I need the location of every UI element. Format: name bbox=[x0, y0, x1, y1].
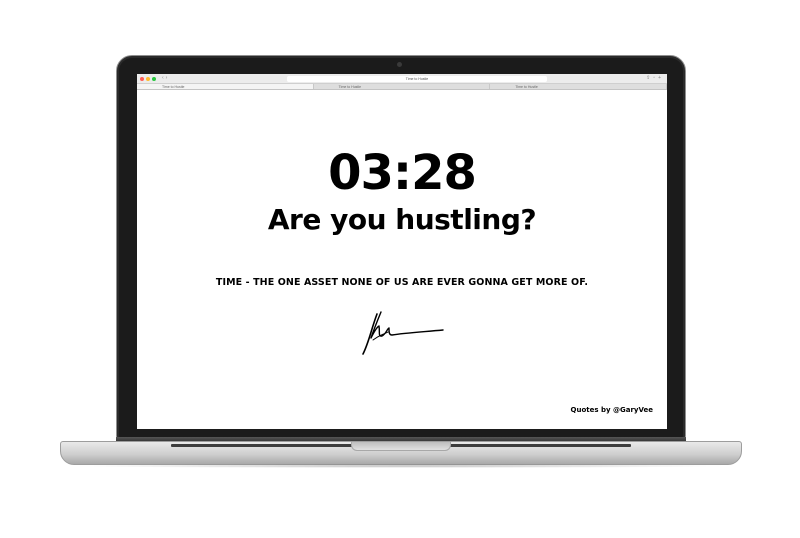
laptop-screen: ‹ › Time to Hustle ⇪ ▫ + Time to Hustle … bbox=[137, 74, 667, 429]
laptop-base bbox=[60, 441, 742, 465]
tab-label: Time to Hustle bbox=[338, 85, 362, 89]
tabs-overview-icon[interactable]: ▫ bbox=[653, 75, 655, 82]
new-tab-icon[interactable]: + bbox=[658, 75, 661, 82]
quote-credit: Quotes by @GaryVee bbox=[570, 406, 653, 414]
quote-text: TIME - THE ONE ASSET NONE OF US ARE EVER… bbox=[215, 277, 589, 288]
share-icon[interactable]: ⇪ bbox=[646, 75, 650, 82]
zoom-window-button[interactable] bbox=[152, 76, 156, 81]
address-bar[interactable]: Time to Hustle bbox=[287, 76, 547, 82]
tab-2[interactable]: Time to Hustle bbox=[314, 84, 491, 89]
tab-1[interactable]: Time to Hustle bbox=[137, 84, 314, 89]
close-window-button[interactable] bbox=[140, 76, 144, 81]
laptop-shadow bbox=[70, 464, 730, 468]
countdown-timer: 03:28 bbox=[328, 145, 477, 201]
tab-label: Time to Hustle bbox=[162, 85, 185, 89]
page-heading: Are you hustling? bbox=[267, 203, 537, 236]
toolbar-icons: ⇪ ▫ + bbox=[646, 75, 661, 82]
tab-label: Time to Hustle bbox=[515, 85, 538, 89]
signature-icon bbox=[362, 311, 444, 355]
back-icon[interactable]: ‹ bbox=[162, 76, 164, 81]
tab-3[interactable]: Time to Hustle bbox=[490, 84, 667, 89]
page-content: 03:28 Are you hustling? TIME - THE ONE A… bbox=[137, 90, 667, 429]
webcam bbox=[397, 62, 402, 67]
laptop-mockup: ‹ › Time to Hustle ⇪ ▫ + Time to Hustle … bbox=[0, 0, 800, 538]
lid-opening-notch bbox=[351, 442, 451, 451]
minimize-window-button[interactable] bbox=[146, 76, 150, 81]
laptop-lid: ‹ › Time to Hustle ⇪ ▫ + Time to Hustle … bbox=[116, 55, 686, 440]
forward-icon[interactable]: › bbox=[166, 76, 168, 81]
navigation-buttons: ‹ › bbox=[162, 76, 167, 81]
browser-toolbar: ‹ › Time to Hustle ⇪ ▫ + bbox=[137, 74, 667, 84]
address-text: Time to Hustle bbox=[405, 77, 429, 81]
window-controls bbox=[140, 76, 156, 81]
